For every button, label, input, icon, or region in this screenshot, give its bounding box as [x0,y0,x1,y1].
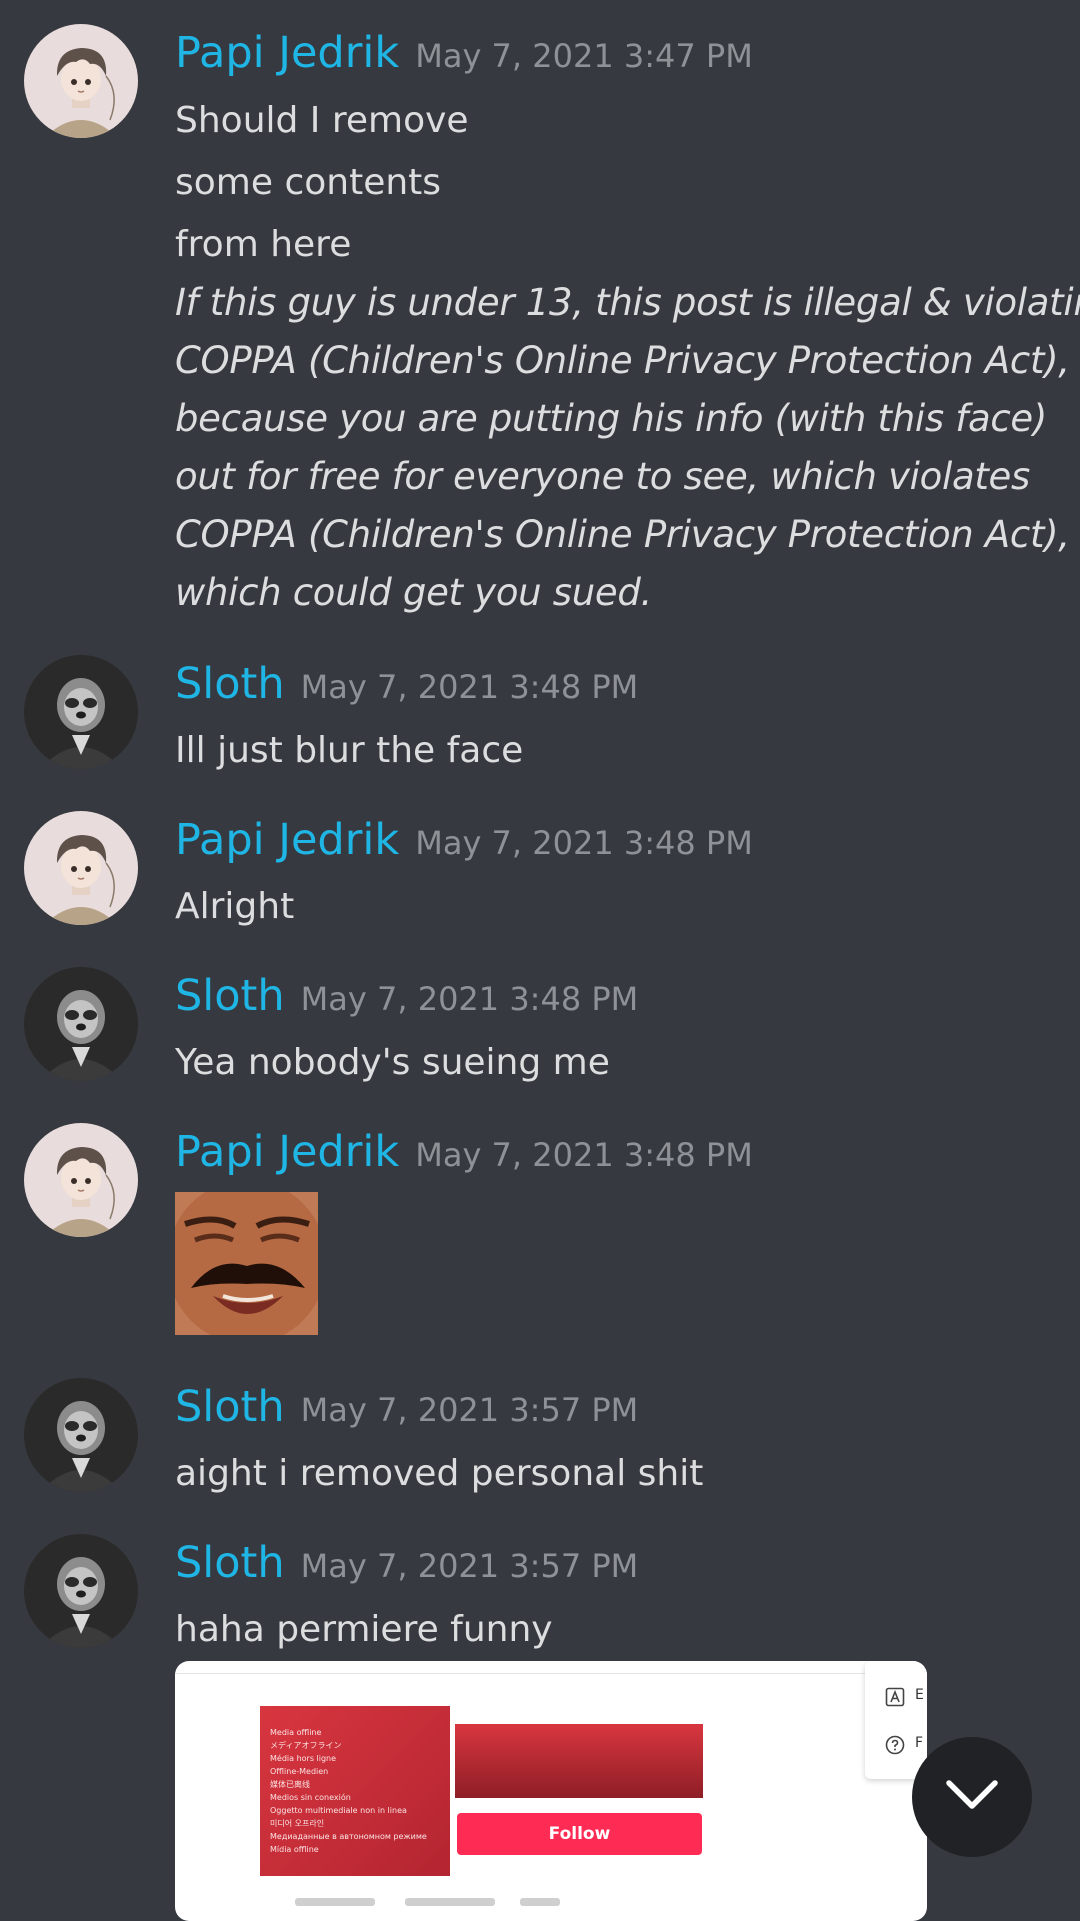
translate-icon[interactable] [885,1687,905,1707]
timestamp: May 7, 2021 3:48 PM [300,980,639,1018]
quote-line: because you are putting his info (with t… [175,397,1048,440]
message-text: from here [175,224,352,265]
username[interactable]: Papi Jedrik [175,815,399,865]
help-icon[interactable] [885,1735,905,1755]
panel-text: Medios sin conexión [270,1793,351,1802]
timestamp: May 7, 2021 3:57 PM [300,1547,639,1585]
side-menu: E F [865,1661,927,1779]
avatar-sloth[interactable] [24,1378,138,1492]
panel-text: Media offline [270,1728,322,1737]
divider [175,1673,927,1674]
panel-text: Mídia offline [270,1845,319,1854]
timestamp: May 7, 2021 3:47 PM [415,37,753,75]
image-attachment[interactable] [175,1192,318,1335]
panel-text: Медиаданные в автономном режиме [270,1832,427,1841]
timestamp: May 7, 2021 3:57 PM [300,1391,639,1429]
avatar-sloth[interactable] [24,1534,138,1648]
quote-line: out for free for everyone to see, which … [175,455,1030,498]
username[interactable]: Papi Jedrik [175,28,399,78]
profile-stats [295,1893,595,1906]
avatar-sloth[interactable] [24,655,138,769]
message-text: haha permiere funny [175,1609,553,1650]
media-offline-panel: Media offline メディアオフライン Média hors ligne… [260,1706,450,1876]
avatar-sloth[interactable] [24,967,138,1081]
username[interactable]: Sloth [175,1538,285,1588]
quote-line: which could get you sued. [175,571,653,614]
panel-text: Média hors ligne [270,1754,337,1763]
quote-line: COPPA (Children's Online Privacy Protect… [175,513,1070,556]
username[interactable]: Sloth [175,971,285,1021]
avatar-papi-jedrik[interactable] [24,1123,138,1237]
message-text: Ill just blur the face [175,730,524,771]
follow-button[interactable]: Follow [457,1813,702,1855]
message-header: Papi Jedrik May 7, 2021 3:47 PM [175,28,753,78]
username[interactable]: Sloth [175,659,285,709]
message-header: Sloth May 7, 2021 3:57 PM [175,1382,638,1432]
message-content: haha permiere funny [175,1599,1055,1661]
avatar-papi-jedrik[interactable] [24,24,138,138]
panel-text: Oggetto multimediale non in linea [270,1806,407,1815]
message-content: aight i removed personal shit [175,1443,1055,1505]
timestamp: May 7, 2021 3:48 PM [415,1136,753,1174]
quote-line: COPPA (Children's Online Privacy Protect… [175,339,1070,382]
message-content: Ill just blur the face [175,720,1055,782]
panel-text: 미디어 오프라인 [270,1819,325,1828]
username[interactable]: Sloth [175,1382,285,1432]
avatar-papi-jedrik[interactable] [24,811,138,925]
panel-text: Offline-Medien [270,1767,329,1776]
message-text: Yea nobody's sueing me [175,1042,610,1083]
panel-text: メディアオフライン [270,1741,342,1750]
quote-line: If this guy is under 13, this post is il… [175,281,1080,324]
message-header: Sloth May 7, 2021 3:57 PM [175,1538,638,1588]
username[interactable]: Papi Jedrik [175,1127,399,1177]
message-header: Papi Jedrik May 7, 2021 3:48 PM [175,1127,753,1177]
message-text: some contents [175,162,442,203]
message-text: Should I remove [175,100,469,141]
panel-text: 媒体已离线 [270,1780,310,1789]
menu-label: F [915,1735,924,1751]
timestamp: May 7, 2021 3:48 PM [415,824,753,862]
message-text: Alright [175,886,295,927]
message-content: Alright [175,876,1055,938]
chat-message-list[interactable]: Papi Jedrik May 7, 2021 3:47 PM Should I … [0,0,1080,1921]
profile-banner [455,1724,703,1798]
menu-label: E [915,1687,924,1703]
timestamp: May 7, 2021 3:48 PM [300,668,639,706]
message-header: Sloth May 7, 2021 3:48 PM [175,971,638,1021]
message-content: Should I remove some contents from here [175,90,1055,276]
italic-quote: If this guy is under 13, this post is il… [175,274,1080,622]
message-header: Papi Jedrik May 7, 2021 3:48 PM [175,815,753,865]
screenshot-attachment[interactable]: Media offline メディアオフライン Média hors ligne… [175,1661,927,1921]
jump-to-bottom-button[interactable] [912,1737,1032,1857]
message-text: aight i removed personal shit [175,1453,704,1494]
message-content: Yea nobody's sueing me [175,1032,1055,1094]
chevron-down-icon [944,1778,1000,1816]
message-header: Sloth May 7, 2021 3:48 PM [175,659,638,709]
